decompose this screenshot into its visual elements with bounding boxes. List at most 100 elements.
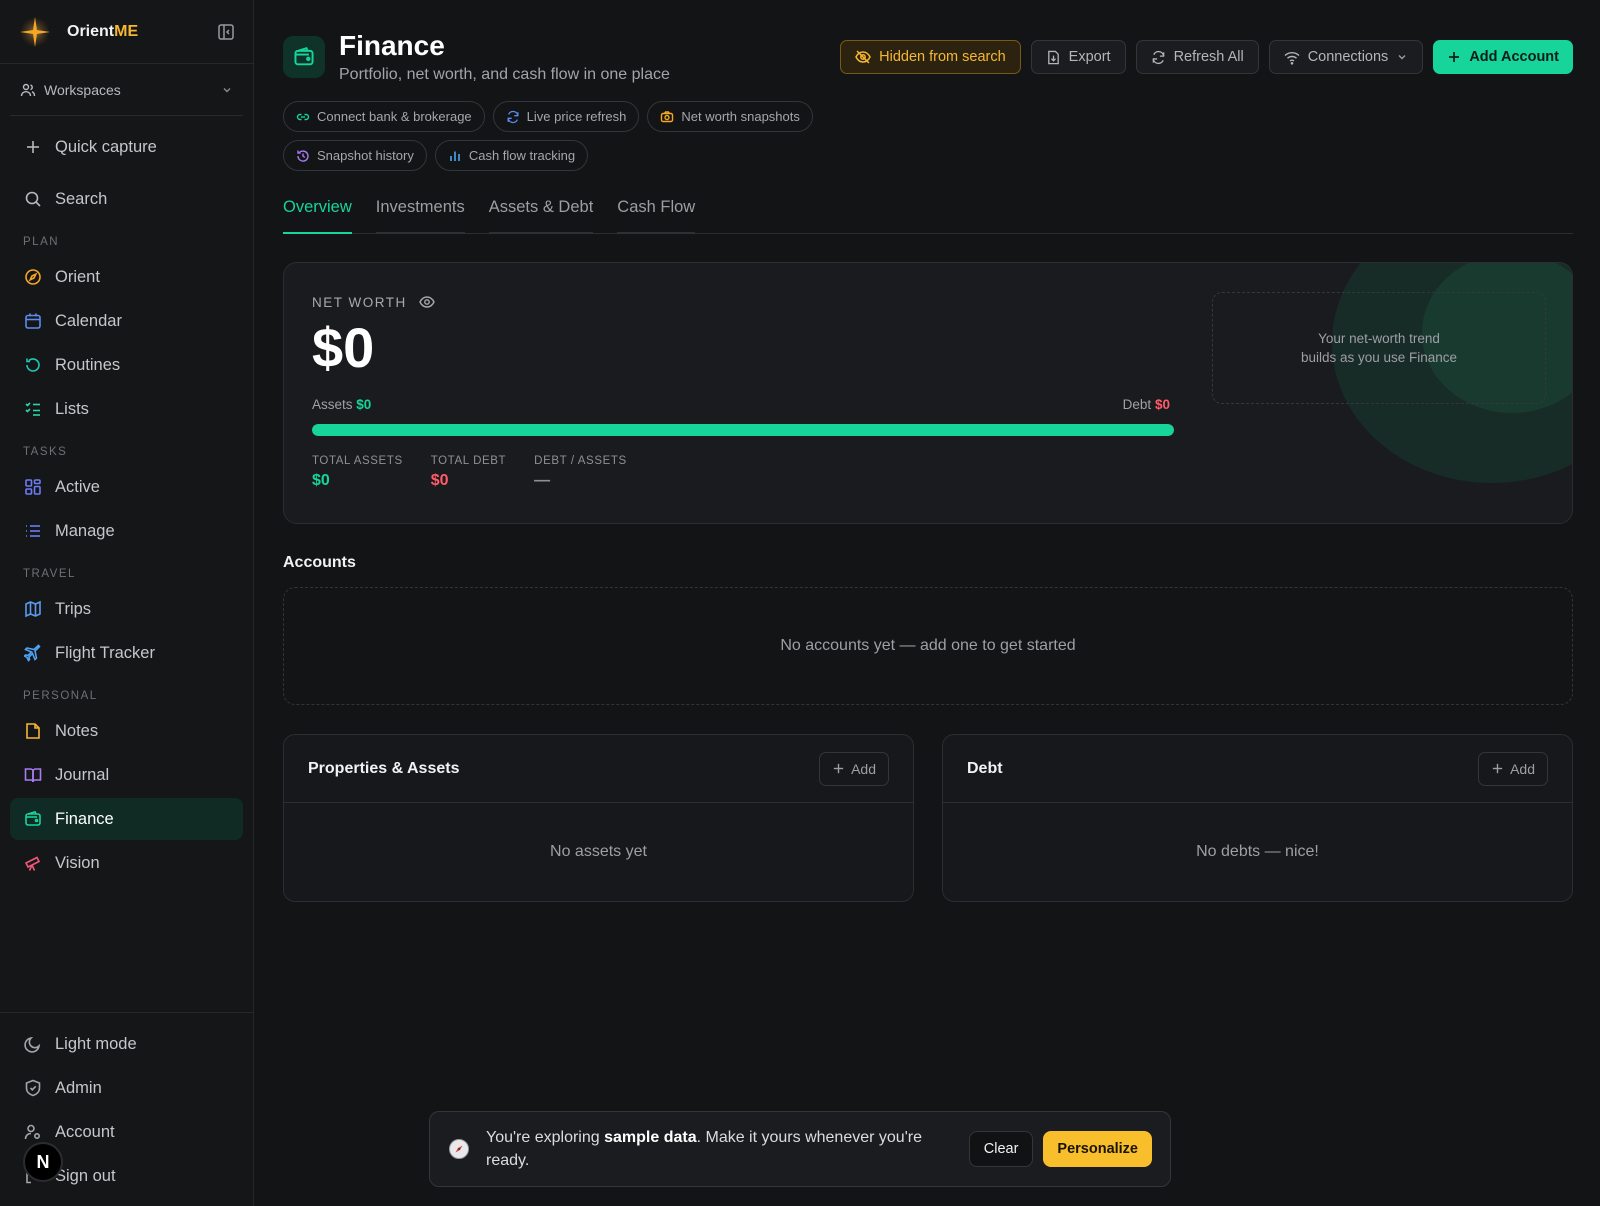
accounts-heading: Accounts bbox=[283, 554, 356, 571]
page-subtitle: Portfolio, net worth, and cash flow in o… bbox=[339, 66, 670, 83]
sidebar-item-flight-tracker[interactable]: Flight Tracker bbox=[10, 632, 243, 674]
sample-data-toast: You're exploring sample data. Make it yo… bbox=[429, 1111, 1171, 1187]
panel-title: Debt bbox=[967, 759, 1003, 777]
export-label: Export bbox=[1068, 49, 1111, 65]
sidebar-item-label: Calendar bbox=[55, 311, 122, 330]
sidebar-item-label: Flight Tracker bbox=[55, 643, 155, 662]
page-title: Finance bbox=[339, 30, 445, 61]
calendar-icon bbox=[23, 311, 43, 331]
chip-net-worth-snapshots[interactable]: Net worth snapshots bbox=[647, 101, 813, 132]
stat-value: $0 bbox=[312, 472, 330, 489]
hidden-from-search-button[interactable]: Hidden from search bbox=[840, 40, 1021, 74]
net-worth-label: NET WORTH bbox=[312, 294, 435, 310]
plus-icon bbox=[23, 137, 43, 157]
refresh-icon bbox=[23, 355, 43, 375]
sidebar-item-finance[interactable]: Finance bbox=[10, 798, 243, 840]
sidebar-item-trips[interactable]: Trips bbox=[10, 588, 243, 630]
panel-header: Properties & Assets Add bbox=[284, 735, 913, 803]
light-mode-toggle[interactable]: Light mode bbox=[10, 1023, 244, 1065]
sidebar-collapse-icon[interactable] bbox=[217, 23, 235, 41]
add-asset-button[interactable]: Add bbox=[819, 751, 889, 786]
add-debt-button[interactable]: Add bbox=[1478, 751, 1548, 786]
wifi-icon bbox=[1284, 50, 1300, 65]
sidebar-item-label: Orient bbox=[55, 267, 100, 286]
sidebar-item-routines[interactable]: Routines bbox=[10, 344, 243, 386]
sidebar-item-lists[interactable]: Lists bbox=[10, 388, 243, 430]
net-worth-trend-placeholder: Your net-worth trend builds as you use F… bbox=[1212, 292, 1546, 404]
connections-dropdown[interactable]: Connections bbox=[1268, 40, 1424, 74]
plane-icon bbox=[23, 643, 43, 663]
section-label-plan: PLAN bbox=[23, 236, 60, 248]
stat-label: TOTAL DEBT bbox=[430, 455, 507, 467]
grid-icon bbox=[23, 477, 43, 497]
compass-icon bbox=[448, 1138, 470, 1160]
section-label-tasks: TASKS bbox=[23, 446, 68, 458]
chip-cash-flow[interactable]: Cash flow tracking bbox=[434, 140, 589, 171]
admin-label: Admin bbox=[55, 1078, 102, 1097]
history-icon bbox=[296, 149, 310, 163]
sidebar-item-journal[interactable]: Journal bbox=[10, 754, 243, 796]
sidebar-item-label: Manage bbox=[55, 521, 115, 540]
debt-empty-state: No debts — nice! bbox=[1196, 843, 1319, 860]
personalize-button[interactable]: Personalize bbox=[1043, 1131, 1152, 1167]
workspace-selector[interactable]: Workspaces bbox=[10, 64, 243, 116]
stat-value: — bbox=[534, 472, 551, 489]
sidebar: OrientME Workspaces Quick capture Search… bbox=[0, 0, 254, 1206]
sign-out-label: Sign out bbox=[55, 1166, 116, 1185]
search-button[interactable]: Search bbox=[10, 178, 243, 220]
toast-message: You're exploring sample data. Make it yo… bbox=[486, 1126, 946, 1172]
orient-logo-icon[interactable] bbox=[18, 15, 52, 49]
chip-connect-bank[interactable]: Connect bank & brokerage bbox=[283, 101, 485, 132]
tab-investments[interactable]: Investments bbox=[375, 196, 465, 234]
hidden-from-search-label: Hidden from search bbox=[879, 49, 1006, 65]
main-content: Finance Portfolio, net worth, and cash f… bbox=[283, 0, 1573, 1206]
quick-capture-button[interactable]: Quick capture bbox=[10, 126, 243, 168]
sidebar-item-orient[interactable]: Orient bbox=[10, 256, 243, 298]
sidebar-item-label: Trips bbox=[55, 599, 92, 618]
net-worth-card: NET WORTH $0 Assets $0 Debt $0 TOTAL ASS… bbox=[283, 262, 1573, 524]
sidebar-item-calendar[interactable]: Calendar bbox=[10, 300, 243, 342]
accounts-empty-state: No accounts yet — add one to get started bbox=[283, 587, 1573, 705]
workspace-label: Workspaces bbox=[44, 81, 121, 98]
sidebar-item-active[interactable]: Active bbox=[10, 466, 243, 508]
user-gear-icon bbox=[23, 1122, 43, 1142]
chip-snapshot-history[interactable]: Snapshot history bbox=[283, 140, 427, 171]
list-icon bbox=[23, 521, 43, 541]
stat-total-assets: TOTAL ASSETS $0 bbox=[312, 455, 403, 490]
chip-live-price[interactable]: Live price refresh bbox=[492, 101, 640, 132]
book-open-icon bbox=[23, 765, 43, 785]
refresh-all-label: Refresh All bbox=[1173, 49, 1244, 65]
admin-link[interactable]: Admin bbox=[10, 1067, 244, 1109]
header-actions: Hidden from search Export Refresh All Co… bbox=[840, 40, 1573, 74]
net-worth-value: $0 bbox=[312, 316, 375, 379]
tab-overview[interactable]: Overview bbox=[283, 196, 352, 234]
bar-chart-icon bbox=[448, 149, 462, 163]
sidebar-item-label: Vision bbox=[55, 853, 100, 872]
map-icon bbox=[23, 599, 43, 619]
assets-summary: Assets $0 bbox=[312, 397, 371, 412]
avatar[interactable]: N bbox=[23, 1142, 63, 1182]
properties-assets-panel: Properties & Assets Add No assets yet bbox=[283, 734, 914, 902]
clear-sample-data-button[interactable]: Clear bbox=[968, 1131, 1034, 1167]
section-label-personal: PERSONAL bbox=[23, 690, 98, 702]
wallet-icon bbox=[23, 809, 43, 829]
section-label-travel: TRAVEL bbox=[23, 568, 76, 580]
export-button[interactable]: Export bbox=[1030, 40, 1126, 74]
search-label: Search bbox=[55, 189, 108, 208]
connections-label: Connections bbox=[1307, 49, 1389, 65]
stat-debt-ratio: DEBT / ASSETS — bbox=[534, 455, 627, 490]
users-icon bbox=[20, 82, 36, 98]
eye-icon[interactable] bbox=[418, 294, 435, 310]
add-account-button[interactable]: Add Account bbox=[1433, 40, 1573, 74]
tab-cash-flow[interactable]: Cash Flow bbox=[617, 196, 696, 234]
tab-assets-debt[interactable]: Assets & Debt bbox=[488, 196, 594, 234]
sidebar-item-label: Routines bbox=[55, 355, 121, 374]
panel-header: Debt Add bbox=[943, 735, 1572, 803]
sidebar-item-notes[interactable]: Notes bbox=[10, 710, 243, 752]
trend-text-line: Your net-worth trend bbox=[1318, 331, 1440, 346]
sidebar-item-manage[interactable]: Manage bbox=[10, 510, 243, 552]
note-icon bbox=[23, 721, 43, 741]
sidebar-item-vision[interactable]: Vision bbox=[10, 842, 243, 884]
refresh-all-button[interactable]: Refresh All bbox=[1135, 40, 1259, 74]
chip-label: Cash flow tracking bbox=[468, 148, 576, 163]
